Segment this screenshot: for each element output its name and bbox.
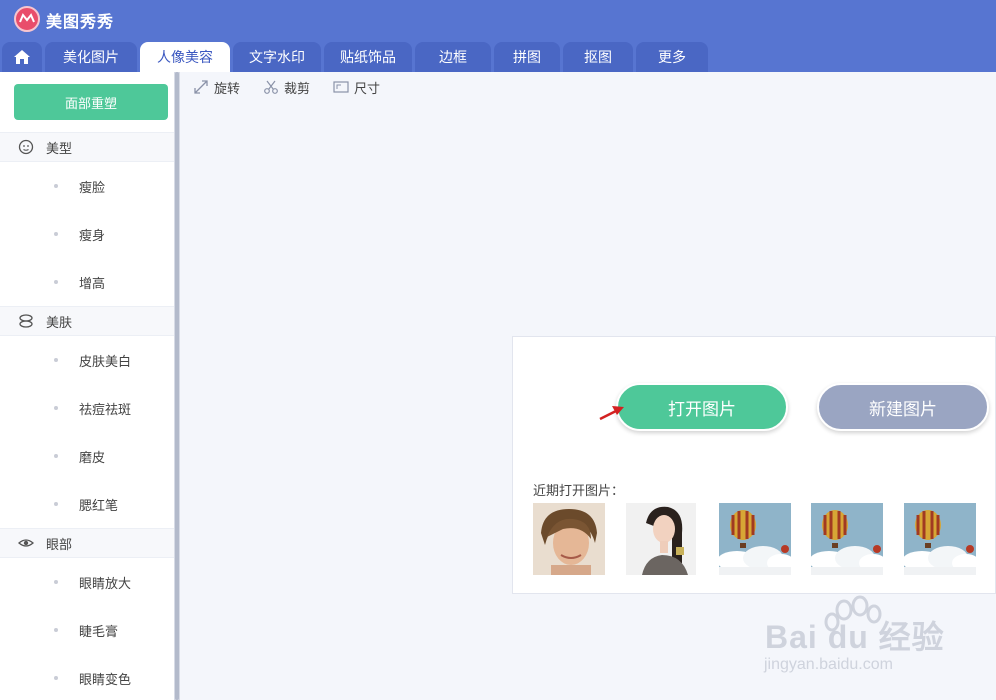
resize-icon [333,81,349,93]
section-eyes[interactable]: 眼部 [0,528,174,558]
scrollbar-thumb[interactable] [175,72,179,700]
recent-image-thumb[interactable] [626,503,696,575]
sidebar-scrollbar[interactable] [174,72,180,700]
face-icon [18,139,34,155]
crop-tool[interactable]: 裁剪 [263,78,310,97]
sidebar-item-slim-body[interactable]: 瘦身 [0,210,174,258]
tab-text[interactable]: 文字水印 [233,42,321,72]
eye-icon [18,535,34,551]
sidebar-item-smoothing[interactable]: 磨皮 [0,432,174,480]
section-shape[interactable]: 美型 [0,132,174,162]
recent-images-label: 近期打开图片： [533,484,625,499]
sidebar-item-heighten[interactable]: 增高 [0,258,174,306]
section-eyes-title: 眼部 [46,537,73,553]
sidebar: 面部重塑 美型 瘦脸 瘦身 增高 美肤 皮肤美白 祛痘祛斑 磨皮 腮红笔 眼部 … [0,72,175,700]
sidebar-item-whitening[interactable]: 皮肤美白 [0,336,174,384]
sidebar-item-eye-color[interactable]: 眼睛变色 [0,654,174,700]
section-shape-title: 美型 [46,141,73,157]
tab-cutout[interactable]: 抠图 [563,42,633,72]
rotate-icon [194,80,208,94]
rotate-tool[interactable]: 旋转 [193,78,240,97]
sidebar-item-acne[interactable]: 祛痘祛斑 [0,384,174,432]
tab-portrait[interactable]: 人像美容 [140,42,230,72]
red-arrow-annotation [599,406,624,421]
section-skin[interactable]: 美肤 [0,306,174,336]
tab-more[interactable]: 更多 [636,42,708,72]
recent-image-thumb[interactable] [533,503,605,575]
open-image-button[interactable]: 打开图片 [616,383,788,431]
home-icon [14,50,30,64]
sidebar-item-mascara[interactable]: 睫毛膏 [0,606,174,654]
recent-image-thumb[interactable] [904,503,976,575]
new-image-button[interactable]: 新建图片 [817,383,989,431]
tab-collage[interactable]: 拼图 [494,42,560,72]
sidebar-item-enlarge-eyes[interactable]: 眼睛放大 [0,558,174,606]
tab-beautify[interactable]: 美化图片 [45,42,137,72]
tab-home[interactable] [2,42,42,72]
app-title: 美图秀秀 [46,12,115,31]
recent-image-thumb[interactable] [719,503,791,575]
sidebar-item-slim-face[interactable]: 瘦脸 [0,162,174,210]
tab-frame[interactable]: 边框 [415,42,491,72]
tab-bar: 美化图片 人像美容 文字水印 贴纸饰品 边框 拼图 抠图 更多 [0,40,996,72]
watermark-brand: Bai du 经验 [765,619,945,655]
watermark-url: jingyan.baidu.com [764,656,893,673]
scissors-icon [264,80,278,94]
size-tool[interactable]: 尺寸 [333,78,380,97]
section-skin-title: 美肤 [46,315,73,331]
tab-stickers[interactable]: 贴纸饰品 [324,42,412,72]
meitu-logo-icon [14,6,40,32]
sidebar-item-blush[interactable]: 腮红笔 [0,480,174,528]
face-reshape-button[interactable]: 面部重塑 [14,84,168,120]
title-bar: 美图秀秀 [0,0,996,40]
skin-icon [18,313,34,329]
recent-image-thumb[interactable] [811,503,883,575]
